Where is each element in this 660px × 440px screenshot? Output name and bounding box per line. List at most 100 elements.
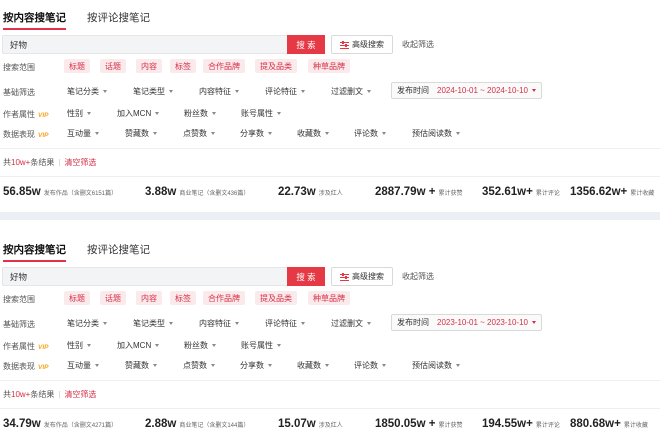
- content-feature-dropdown[interactable]: 内容特征: [199, 318, 239, 329]
- follower-count-dropdown[interactable]: 粉丝数: [184, 108, 216, 119]
- account-attribute-dropdown[interactable]: 账号属性: [241, 108, 281, 119]
- comments-dropdown[interactable]: 评论数: [354, 360, 386, 371]
- author-filter-label: 作者属性 VIP: [3, 342, 49, 351]
- scope-chip-cooperation-brand[interactable]: 合作品牌: [203, 291, 245, 305]
- account-attribute-dropdown[interactable]: 账号属性: [241, 340, 281, 351]
- tab-search-by-content[interactable]: 按内容搜笔记: [3, 242, 66, 262]
- search-bar: 搜 索: [2, 35, 325, 54]
- collects-dropdown[interactable]: 收藏数: [297, 128, 329, 139]
- advanced-search-button[interactable]: 高级搜索: [331, 267, 393, 286]
- stat-commercial-notes: 2.88w 商业笔记（含删文144篇）: [145, 418, 250, 430]
- basic-filter-row: 基础筛选 笔记分类 笔记类型 内容特征 评论特征 过滤删文 发布时间 2024-…: [0, 82, 660, 100]
- scope-row: 搜索范围 标题 话题 内容 标签 合作品牌 提及品类 种草品牌: [0, 291, 660, 307]
- result-summary: 共10w+条结果 | 清空筛选: [3, 390, 97, 399]
- collapse-filters-link[interactable]: 收起筛选: [402, 39, 434, 50]
- stat-total-collects: 1356.62w+ 累计收藏: [570, 186, 655, 198]
- clear-filters-link[interactable]: 清空筛选: [64, 390, 96, 399]
- search-mode-tabs: 按内容搜笔记 按评论搜笔记: [0, 0, 660, 32]
- scope-chip-title[interactable]: 标题: [64, 59, 90, 73]
- search-mode-tabs: 按内容搜笔记 按评论搜笔记: [0, 232, 660, 264]
- author-filter-label: 作者属性 VIP: [3, 110, 49, 119]
- author-filter-row: 作者属性 VIP 性别 加入MCN 粉丝数 账号属性: [0, 338, 660, 354]
- interaction-dropdown[interactable]: 互动量: [67, 360, 99, 371]
- basic-filter-label: 基础筛选: [3, 88, 35, 97]
- filter-sliders-icon: [340, 272, 349, 281]
- collects-dropdown[interactable]: 收藏数: [297, 360, 329, 371]
- publish-date-range: 2023-10-01 ~ 2023-10-10: [437, 318, 536, 327]
- clear-filters-link[interactable]: 清空筛选: [64, 158, 96, 167]
- estimated-reads-dropdown[interactable]: 预估阅读数: [412, 360, 460, 371]
- basic-filter-label: 基础筛选: [3, 320, 35, 329]
- mcn-dropdown[interactable]: 加入MCN: [117, 108, 160, 119]
- shares-dropdown[interactable]: 分享数: [240, 360, 272, 371]
- publish-date-label: 发布时间: [397, 318, 429, 327]
- scope-label: 搜索范围: [3, 295, 35, 304]
- scope-label: 搜索范围: [3, 63, 35, 72]
- scope-chip-content[interactable]: 内容: [136, 59, 162, 73]
- interaction-dropdown[interactable]: 互动量: [67, 128, 99, 139]
- scope-chip-content[interactable]: 内容: [136, 291, 162, 305]
- data-filter-label: 数据表现 VIP: [3, 362, 49, 371]
- shares-dropdown[interactable]: 分享数: [240, 128, 272, 139]
- scope-chip-mentioned-category[interactable]: 提及品类: [255, 59, 297, 73]
- scope-chip-seeding-brand[interactable]: 种草品牌: [308, 59, 350, 73]
- scope-chip-seeding-brand[interactable]: 种草品牌: [308, 291, 350, 305]
- filter-deleted-dropdown[interactable]: 过滤删文: [331, 86, 371, 97]
- note-category-dropdown[interactable]: 笔记分类: [67, 318, 107, 329]
- scope-row: 搜索范围 标题 话题 内容 标签 合作品牌 提及品类 种草品牌: [0, 59, 660, 75]
- content-feature-dropdown[interactable]: 内容特征: [199, 86, 239, 97]
- follower-count-dropdown[interactable]: 粉丝数: [184, 340, 216, 351]
- vip-badge: VIP: [38, 364, 49, 371]
- vip-badge: VIP: [38, 132, 49, 139]
- author-filter-row: 作者属性 VIP 性别 加入MCN 粉丝数 账号属性: [0, 106, 660, 122]
- tab-search-by-comment[interactable]: 按评论搜笔记: [87, 10, 150, 25]
- gender-dropdown[interactable]: 性别: [67, 108, 91, 119]
- comment-feature-dropdown[interactable]: 评论特征: [265, 318, 305, 329]
- scope-chip-title[interactable]: 标题: [64, 291, 90, 305]
- stat-influencers: 22.73w 涉及红人: [278, 186, 343, 198]
- stat-published-works: 56.85w 发布作品（含删文6151篇）: [3, 186, 118, 198]
- scope-chip-topic[interactable]: 话题: [100, 291, 126, 305]
- collapse-filters-link[interactable]: 收起筛选: [402, 271, 434, 282]
- result-summary: 共10w+条结果 | 清空筛选: [3, 158, 97, 167]
- comments-dropdown[interactable]: 评论数: [354, 128, 386, 139]
- stat-total-comments: 194.55w+ 累计评论: [482, 418, 560, 430]
- tab-search-by-content[interactable]: 按内容搜笔记: [3, 10, 66, 30]
- publish-date-picker[interactable]: 发布时间 2023-10-01 ~ 2023-10-10: [391, 314, 542, 331]
- result-count: 10w+: [11, 158, 31, 167]
- gender-dropdown[interactable]: 性别: [67, 340, 91, 351]
- data-filter-row: 数据表现 VIP 互动量 赞藏数 点赞数 分享数 收藏数 评论数 预估阅读数: [0, 358, 660, 374]
- scope-chip-mentioned-category[interactable]: 提及品类: [255, 291, 297, 305]
- estimated-reads-dropdown[interactable]: 预估阅读数: [412, 128, 460, 139]
- stat-total-comments: 352.61w+ 累计评论: [482, 186, 560, 198]
- scope-chip-tag[interactable]: 标签: [170, 59, 196, 73]
- likes-collects-dropdown[interactable]: 赞藏数: [125, 128, 157, 139]
- screenshot-seam: [0, 212, 660, 220]
- stats-bar: 34.79w 发布作品（含删文4271篇） 2.88w 商业笔记（含删文144篇） …: [0, 418, 660, 436]
- comment-feature-dropdown[interactable]: 评论特征: [265, 86, 305, 97]
- note-type-dropdown[interactable]: 笔记类型: [133, 318, 173, 329]
- likes-dropdown[interactable]: 点赞数: [183, 360, 215, 371]
- vip-badge: VIP: [38, 344, 49, 351]
- advanced-search-button[interactable]: 高级搜索: [331, 35, 393, 54]
- divider: [0, 176, 660, 177]
- mcn-dropdown[interactable]: 加入MCN: [117, 340, 160, 351]
- likes-collects-dropdown[interactable]: 赞藏数: [125, 360, 157, 371]
- scope-chip-cooperation-brand[interactable]: 合作品牌: [203, 59, 245, 73]
- tab-search-by-comment[interactable]: 按评论搜笔记: [87, 242, 150, 257]
- filter-deleted-dropdown[interactable]: 过滤删文: [331, 318, 371, 329]
- scope-chip-tag[interactable]: 标签: [170, 291, 196, 305]
- data-filter-label: 数据表现 VIP: [3, 130, 49, 139]
- scope-chip-topic[interactable]: 话题: [100, 59, 126, 73]
- search-input[interactable]: [3, 36, 289, 53]
- search-input[interactable]: [3, 268, 289, 285]
- search-button[interactable]: 搜 索: [287, 267, 325, 286]
- publish-date-picker[interactable]: 发布时间 2024-10-01 ~ 2024-10-10: [391, 82, 542, 99]
- stat-total-likes: 1850.05w + 累计获赞: [375, 418, 463, 430]
- likes-dropdown[interactable]: 点赞数: [183, 128, 215, 139]
- stat-published-works: 34.79w 发布作品（含删文4271篇）: [3, 418, 118, 430]
- note-category-dropdown[interactable]: 笔记分类: [67, 86, 107, 97]
- note-type-dropdown[interactable]: 笔记类型: [133, 86, 173, 97]
- vip-badge: VIP: [38, 112, 49, 119]
- search-button[interactable]: 搜 索: [287, 35, 325, 54]
